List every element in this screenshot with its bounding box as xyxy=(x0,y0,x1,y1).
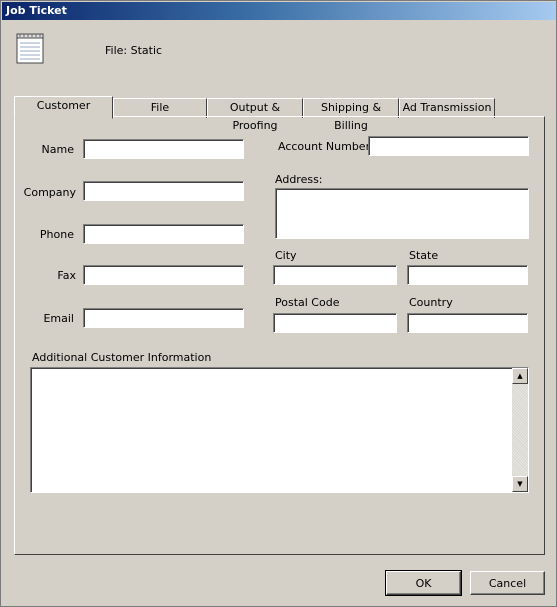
file-name-label: File: Static xyxy=(105,44,163,57)
ok-button[interactable]: OK xyxy=(385,570,462,596)
document-icon xyxy=(16,33,44,64)
customer-tab-panel xyxy=(14,116,545,555)
job-ticket-dialog: Job Ticket File: Static Customer File Ou… xyxy=(0,0,557,607)
window-title: Job Ticket xyxy=(2,2,556,20)
tab-file[interactable]: File xyxy=(113,98,207,118)
tab-output-proofing[interactable]: Output & Proofing xyxy=(207,98,303,132)
tab-customer[interactable]: Customer xyxy=(14,96,113,119)
cancel-button[interactable]: Cancel xyxy=(470,571,545,595)
tab-shipping-billing[interactable]: Shipping & Billing xyxy=(303,98,399,132)
tab-ad-transmission[interactable]: Ad Transmission xyxy=(399,98,495,118)
